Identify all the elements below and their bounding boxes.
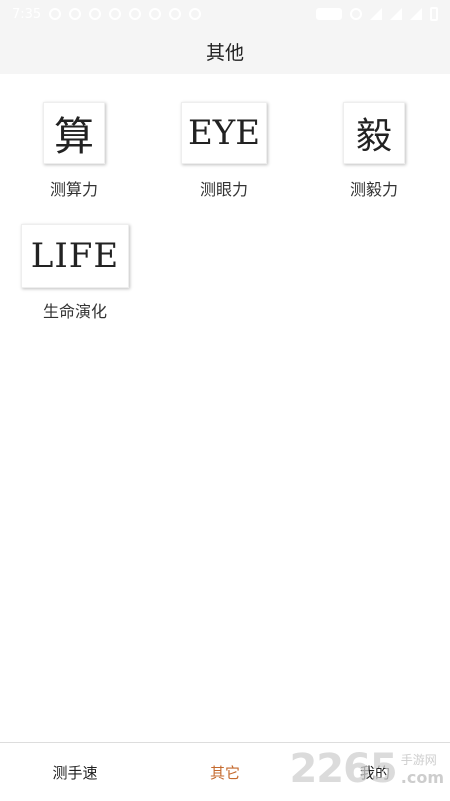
notification-icon [89, 8, 102, 20]
tile-life-evolution[interactable]: LIFE 生命演化 [20, 224, 130, 322]
notification-icon [129, 8, 142, 20]
tile-label: 测眼力 [199, 180, 248, 199]
tile-test-calculation[interactable]: 算 测算力 [42, 102, 106, 200]
page-title: 其他 [205, 41, 244, 64]
tile-label: 测算力 [49, 180, 98, 199]
tile-icon-life: LIFE [21, 224, 129, 288]
notification-icon [49, 8, 62, 20]
tile-label: 生命演化 [42, 302, 107, 321]
tab-test-hand-speed[interactable]: 测手速 [0, 762, 150, 783]
notification-icon [149, 8, 162, 20]
watermark-number: 2265 [289, 746, 397, 792]
status-time: 7:35 [12, 6, 42, 22]
alarm-icon [350, 8, 362, 20]
tile-label: 测毅力 [349, 180, 398, 199]
signal-icon [390, 8, 402, 20]
wifi-icon [370, 8, 382, 20]
battery-icon [430, 7, 438, 21]
wechat-icon [69, 8, 82, 20]
tile-icon-perseverance: 毅 [343, 102, 405, 164]
notification-icon [169, 8, 182, 20]
status-bar: 7:35 [0, 0, 450, 28]
watermark-logo: 2265 手游网 .com [289, 746, 444, 792]
page-title-bar: 其他 [0, 28, 450, 74]
signal-icon [410, 8, 422, 20]
notification-icon [189, 8, 202, 20]
network-speed-icon [316, 8, 342, 20]
notification-icon [109, 8, 122, 20]
status-bar-left: 7:35 [12, 6, 202, 22]
status-bar-right [316, 7, 438, 21]
watermark-site: 手游网 .com [400, 753, 444, 787]
tile-icon-eye: EYE [181, 102, 267, 164]
tile-icon-calculation: 算 [43, 102, 105, 164]
tile-test-perseverance[interactable]: 毅 测毅力 [342, 102, 406, 200]
tab-others[interactable]: 其它 [150, 762, 300, 783]
tile-test-eyesight[interactable]: EYE 测眼力 [180, 102, 268, 200]
